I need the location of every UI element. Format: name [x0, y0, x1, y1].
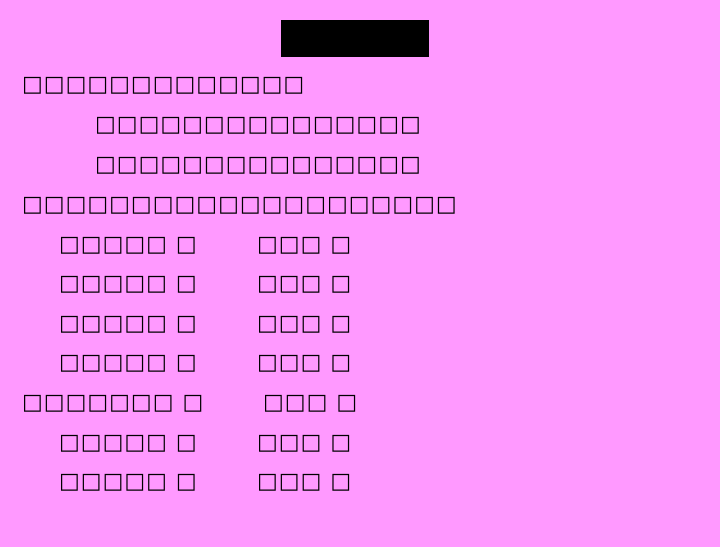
text-line-1: □□□□□□□□□□□□□: [22, 72, 306, 97]
slide-title-block: [281, 20, 429, 57]
item-value: □□□ □: [257, 271, 353, 296]
item-value: □□□ □: [257, 469, 353, 494]
item-label: □□□□□ □: [59, 271, 198, 296]
list-item: □□□□□ □ □□□ □: [59, 350, 351, 428]
item-label: □□□□□ □: [59, 430, 198, 455]
text-line-4: □□□□□□□□□□□□□□□□□□□□: [22, 192, 458, 217]
text-line-3: □□□□□□□□□□□□□□□: [95, 152, 422, 177]
item-value: □□□ □: [257, 311, 353, 336]
item-label: □□□□□ □: [59, 232, 198, 257]
item-label: □□□□□ □: [59, 469, 198, 494]
list-item: □□□□□□□ □ □□□ □: [22, 390, 357, 468]
item-label: □□□□□□□ □: [22, 390, 205, 415]
item-value: □□□ □: [263, 390, 359, 415]
item-value: □□□ □: [257, 350, 353, 375]
item-label: □□□□□ □: [59, 350, 198, 375]
item-value: □□□ □: [257, 232, 353, 257]
item-label: □□□□□ □: [59, 311, 198, 336]
list-item: □□□□□ □ □□□ □: [59, 469, 351, 547]
item-value: □□□ □: [257, 430, 353, 455]
text-line-2: □□□□□□□□□□□□□□□: [95, 112, 422, 137]
